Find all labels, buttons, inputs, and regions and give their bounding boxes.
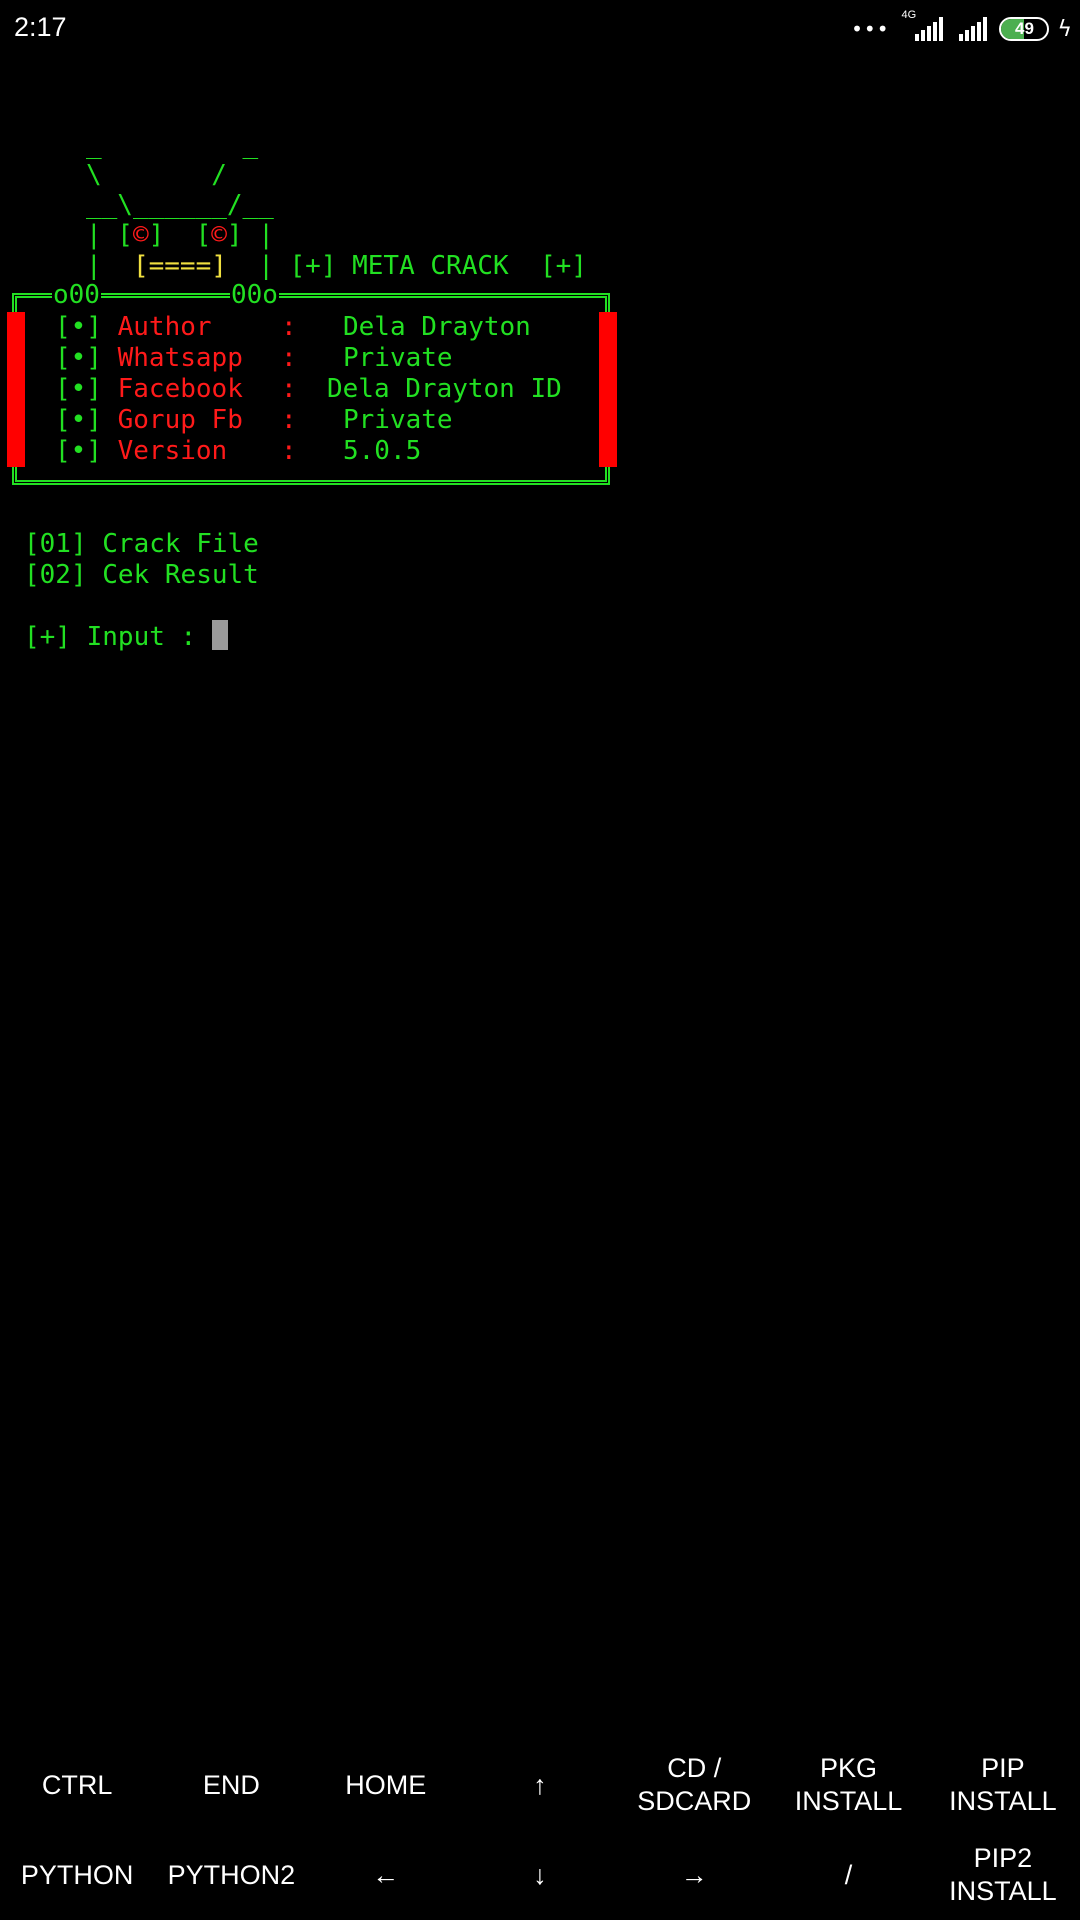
key-pip2-install[interactable]: PIP2 INSTALL (926, 1830, 1080, 1920)
info-row-group: [•] Gorup Fb (55, 405, 243, 435)
banner-head: __\______/__ (86, 190, 274, 220)
red-side-bar-right (599, 312, 617, 467)
banner-eyes: | [©] [©] | (86, 220, 274, 250)
status-bar: 2:17 ••• 4G 49 ϟ (0, 0, 1080, 58)
info-row-whatsapp: [•] Whatsapp (55, 343, 243, 373)
banner-ears: _ _ (86, 130, 259, 160)
menu-option-cek-result: [02] Cek Result (24, 560, 259, 590)
text-cursor (211, 619, 228, 650)
key-cd-sdcard[interactable]: CD / SDCARD (617, 1740, 771, 1830)
info-value-version: 5.0.5 (343, 436, 422, 466)
red-side-bar-left (7, 312, 25, 467)
banner-slashes: \ / (86, 160, 227, 190)
info-value-group: Private (343, 405, 453, 435)
signal-icon (959, 17, 988, 41)
info-row-version: [•] Version (55, 436, 228, 466)
network-type-label: 4G (901, 9, 917, 21)
status-icons: ••• 4G 49 ϟ (851, 9, 1072, 46)
more-notifications-icon: ••• (851, 17, 890, 41)
key-ctrl[interactable]: CTRL (0, 1740, 154, 1830)
info-value-whatsapp: Private (343, 343, 453, 373)
key-arrow-down[interactable]: ↓ (463, 1830, 617, 1920)
charging-icon: ϟ (1057, 16, 1072, 42)
info-value-author: Dela Drayton (343, 312, 531, 342)
status-time: 2:17 (14, 12, 67, 42)
banner-mouth-title: | [====] | [+] META CRACK [+] (86, 251, 587, 281)
prompt-label: [+] Input : (24, 622, 212, 652)
key-slash[interactable]: / (771, 1830, 925, 1920)
banner-mouth: [====] (132, 251, 227, 281)
key-arrow-left[interactable]: ← (309, 1830, 463, 1920)
app-title: [+] META CRACK [+] (273, 251, 587, 281)
key-end[interactable]: END (154, 1740, 308, 1830)
battery-level: 49 (1015, 19, 1034, 38)
key-pip-install[interactable]: PIP INSTALL (926, 1740, 1080, 1830)
menu-option-crack-file: [01] Crack File (24, 529, 259, 559)
frame-knot-left: o00 (52, 280, 101, 310)
info-value-facebook: Dela Drayton ID (327, 374, 562, 404)
key-pkg-install[interactable]: PKG INSTALL (771, 1740, 925, 1830)
input-prompt[interactable]: [+] Input : (24, 619, 228, 653)
extra-keys-bar: CTRL END HOME ↑ CD / SDCARD PKG INSTALL … (0, 1740, 1080, 1920)
key-arrow-up[interactable]: ↑ (463, 1740, 617, 1830)
key-python[interactable]: PYTHON (0, 1830, 154, 1920)
info-row-facebook: [•] Facebook (55, 374, 243, 404)
key-arrow-right[interactable]: → (617, 1830, 771, 1920)
signal-4g-icon: 4G (901, 9, 944, 41)
key-python2[interactable]: PYTHON2 (154, 1830, 308, 1920)
battery-icon: 49 (999, 17, 1050, 41)
frame-knot-right: 00o (230, 280, 279, 310)
key-home[interactable]: HOME (309, 1740, 463, 1830)
info-row-author: [•] Author (55, 312, 212, 342)
